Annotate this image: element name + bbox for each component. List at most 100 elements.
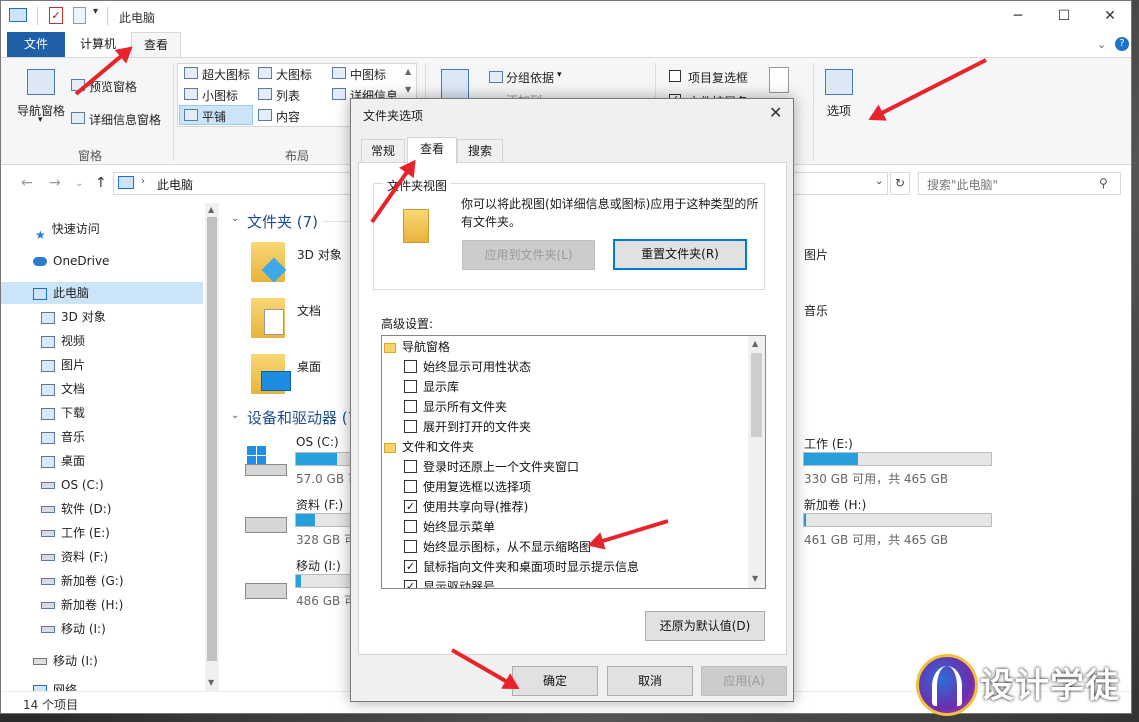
layout-list[interactable]: 列表 xyxy=(276,87,300,104)
maximize-button[interactable]: ☐ xyxy=(1041,1,1087,31)
folder-name[interactable]: 桌面 xyxy=(297,358,321,375)
address-dropdown-icon[interactable]: ⌄ xyxy=(875,176,883,187)
checkbox[interactable] xyxy=(404,480,417,493)
sidebar-item-this-pc[interactable]: 此电脑 xyxy=(33,282,89,304)
drive-name[interactable]: 移动 (I:) xyxy=(296,557,341,574)
drive-name[interactable]: 工作 (E:) xyxy=(804,435,853,452)
checkbox[interactable] xyxy=(404,360,417,373)
details-pane-button[interactable]: 详细信息窗格 xyxy=(89,111,161,128)
tree-option[interactable]: ✓ 使用共享向导(推荐) xyxy=(384,497,765,517)
apply-to-folders-button[interactable]: 应用到文件夹(L) xyxy=(462,240,595,270)
scroll-down-icon[interactable]: ▼ xyxy=(752,574,758,583)
sidebar-item-quick-access[interactable]: ★ 快速访问 xyxy=(35,218,100,242)
tree-option[interactable]: 始终显示可用性状态 xyxy=(384,357,765,377)
chevron-down-icon[interactable]: ▾ xyxy=(38,115,43,125)
sidebar-item[interactable]: 下载 xyxy=(41,402,85,424)
checkbox[interactable] xyxy=(404,420,417,433)
folder-name[interactable]: 音乐 xyxy=(804,302,828,319)
tree-option[interactable]: ✓ 鼠标指向文件夹和桌面项时显示提示信息 xyxy=(384,557,765,577)
gallery-down-icon[interactable]: ▼ xyxy=(405,85,411,94)
sidebar-item-onedrive[interactable]: OneDrive xyxy=(33,250,109,272)
ribbon-collapse-icon[interactable]: ⌄ xyxy=(1097,38,1106,51)
layout-medium[interactable]: 中图标 xyxy=(350,66,386,83)
search-input[interactable]: 搜索"此电脑" xyxy=(918,172,1121,195)
apply-button[interactable]: 应用(A) xyxy=(701,666,787,696)
tree-option[interactable]: 始终显示菜单 xyxy=(384,517,765,537)
drive-name[interactable]: 新加卷 (H:) xyxy=(804,496,866,513)
preview-pane-button[interactable]: 预览窗格 xyxy=(89,78,137,95)
tree-option[interactable]: 展开到打开的文件夹 xyxy=(384,417,765,437)
sidebar-item[interactable]: 资料 (F:) xyxy=(41,546,108,568)
breadcrumb[interactable]: 此电脑 xyxy=(157,176,193,193)
tree-option[interactable]: 使用复选框以选择项 xyxy=(384,477,765,497)
navigation-pane-icon[interactable] xyxy=(27,69,55,95)
cancel-button[interactable]: 取消 xyxy=(607,666,693,696)
gallery-up-icon[interactable]: ▲ xyxy=(405,67,411,76)
sidebar-item[interactable]: 音乐 xyxy=(41,426,85,448)
checkbox[interactable] xyxy=(404,400,417,413)
drive-name[interactable]: 资料 (F:) xyxy=(296,496,343,513)
tree-scroll-thumb[interactable] xyxy=(751,353,762,437)
checkbox[interactable]: ✓ xyxy=(404,500,417,513)
scroll-down-icon[interactable]: ▼ xyxy=(208,678,214,687)
folder-name[interactable]: 文档 xyxy=(297,302,321,319)
forward-button[interactable]: → xyxy=(49,175,61,191)
reset-folders-button[interactable]: 重置文件夹(R) xyxy=(613,239,747,270)
sidebar-item[interactable]: 图片 xyxy=(41,354,85,376)
sidebar-item[interactable]: 软件 (D:) xyxy=(41,498,111,520)
scroll-up-icon[interactable]: ▲ xyxy=(208,205,214,214)
scroll-up-icon[interactable]: ▲ xyxy=(752,339,758,348)
sort-by-icon[interactable] xyxy=(441,69,469,99)
sidebar-item[interactable]: 新加卷 (H:) xyxy=(41,594,123,616)
quick-access-dropdown-icon[interactable]: ▾ xyxy=(93,6,98,17)
options-button[interactable]: 选项 xyxy=(827,102,851,119)
checkbox[interactable]: ✓ xyxy=(404,580,417,588)
tree-option[interactable]: 显示库 xyxy=(384,377,765,397)
folder-name[interactable]: 图片 xyxy=(804,246,828,263)
sidebar-item-move-drive[interactable]: 移动 (I:) xyxy=(33,650,98,672)
checkbox[interactable] xyxy=(404,540,417,553)
search-icon[interactable]: ⚲ xyxy=(1099,176,1108,190)
back-button[interactable]: ← xyxy=(21,175,33,191)
drive-name[interactable]: OS (C:) xyxy=(296,435,339,449)
layout-small[interactable]: 小图标 xyxy=(202,87,238,104)
checkbox[interactable] xyxy=(404,520,417,533)
tab-view[interactable]: 查看 xyxy=(131,32,181,58)
checkbox[interactable]: ✓ xyxy=(404,560,417,573)
options-icon[interactable] xyxy=(825,69,853,95)
tab-general[interactable]: 常规 xyxy=(361,139,405,163)
sidebar-item[interactable]: 3D 对象 xyxy=(41,306,106,328)
tree-option[interactable]: ✓ 显示驱动器号 xyxy=(384,577,765,588)
checkbox[interactable] xyxy=(404,460,417,473)
layout-content[interactable]: 内容 xyxy=(276,108,300,125)
new-folder-icon[interactable] xyxy=(73,7,86,24)
collapse-icon[interactable]: ⌄ xyxy=(231,213,239,224)
minimize-button[interactable]: ─ xyxy=(995,1,1041,31)
sidebar-item[interactable]: 新加卷 (G:) xyxy=(41,570,124,592)
restore-defaults-button[interactable]: 还原为默认值(D) xyxy=(645,611,765,641)
sidebar-item[interactable]: 工作 (E:) xyxy=(41,522,110,544)
close-button[interactable]: ✕ xyxy=(1087,1,1131,31)
tree-option[interactable]: 登录时还原上一个文件夹窗口 xyxy=(384,457,765,477)
tab-search[interactable]: 搜索 xyxy=(457,139,503,163)
sidebar-item[interactable]: OS (C:) xyxy=(41,474,104,496)
up-button[interactable]: ↑ xyxy=(95,175,107,191)
chevron-down-icon[interactable]: ▾ xyxy=(557,70,562,80)
layout-tiles[interactable]: 平铺 xyxy=(202,108,226,125)
properties-icon[interactable]: ✓ xyxy=(49,7,63,24)
tab-file[interactable]: 文件 xyxy=(7,32,65,57)
tree-option[interactable]: 始终显示图标，从不显示缩略图 xyxy=(384,537,765,557)
sidebar-item[interactable]: 视频 xyxy=(41,330,85,352)
folders-header[interactable]: 文件夹 (7) xyxy=(247,211,318,232)
collapse-icon[interactable]: ⌄ xyxy=(231,410,239,421)
sidebar-item[interactable]: 桌面 xyxy=(41,450,85,472)
refresh-button[interactable]: ↻ xyxy=(890,172,910,195)
folder-name[interactable]: 3D 对象 xyxy=(297,246,342,263)
checkbox[interactable] xyxy=(404,380,417,393)
help-icon[interactable]: ? xyxy=(1115,37,1129,51)
dialog-close-button[interactable]: ✕ xyxy=(769,103,782,122)
layout-large[interactable]: 大图标 xyxy=(276,66,312,83)
layout-extra-large[interactable]: 超大图标 xyxy=(202,66,250,83)
drives-header[interactable]: 设备和驱动器 (7) xyxy=(247,407,351,428)
sidebar-scroll-thumb[interactable] xyxy=(207,217,217,661)
